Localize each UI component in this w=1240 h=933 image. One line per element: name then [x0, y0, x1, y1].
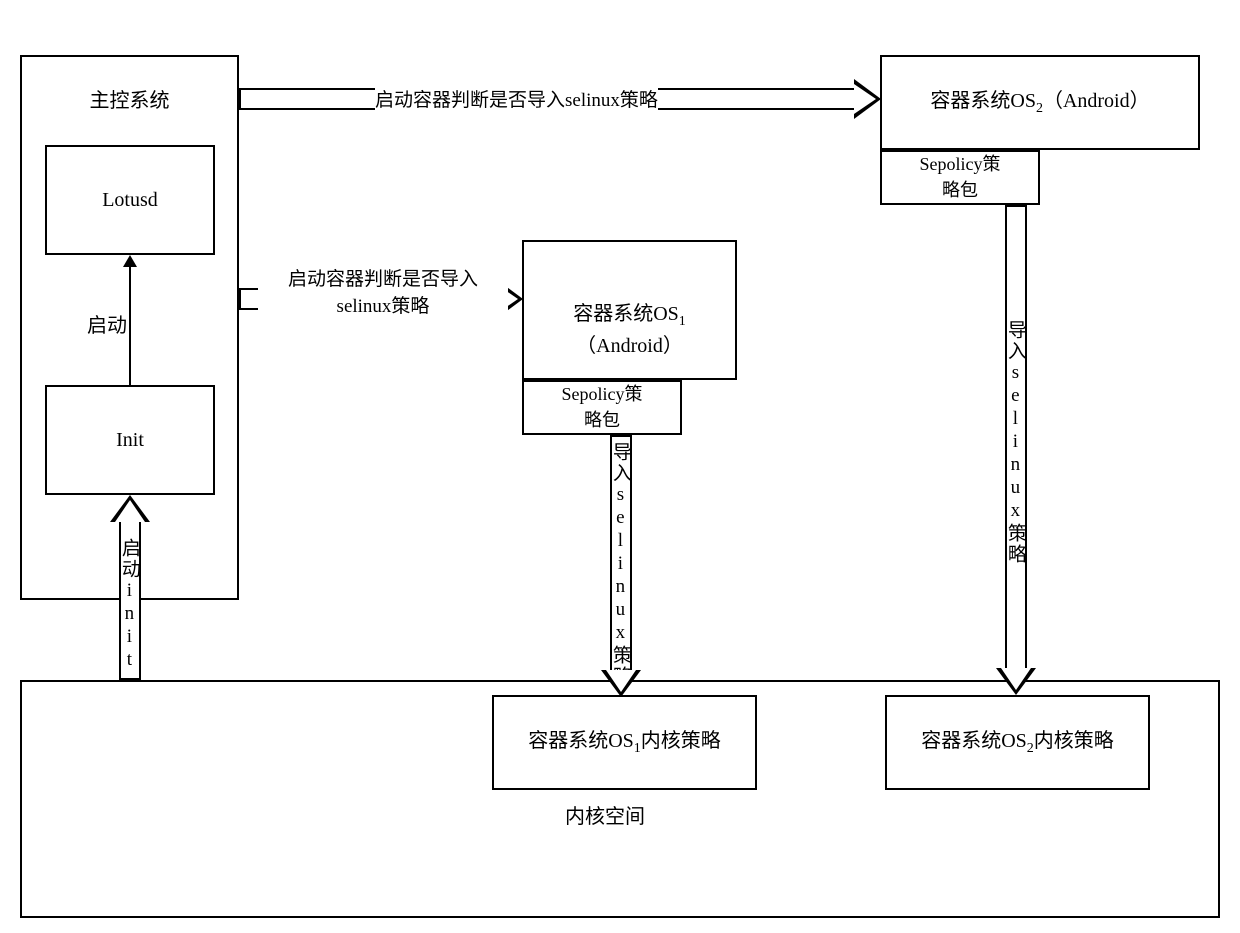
os2-sepolicy-box: Sepolicy策略包: [880, 150, 1040, 205]
os1-sepolicy-box: Sepolicy策略包: [522, 380, 682, 435]
lotusd-label: Lotusd: [102, 186, 158, 214]
arrow-os2-to-kernel-label: 导入selinux策略: [1004, 320, 1025, 565]
os2-container: 容器系统OS2（Android）: [880, 55, 1200, 150]
os2-kernel-policy-box: 容器系统OS2内核策略: [885, 695, 1150, 790]
arrow-master-to-os1-label: 启动容器判断是否导入selinux策略: [258, 267, 508, 320]
os2-title: 容器系统OS2（Android）: [930, 87, 1149, 119]
init-label: Init: [116, 426, 144, 454]
os2-sepolicy-label: Sepolicy策略包: [920, 152, 1001, 202]
os1-sepolicy-label: Sepolicy策略包: [562, 382, 643, 432]
os1-container: 容器系统OS1（Android）: [522, 240, 737, 380]
lotusd-box: Lotusd: [45, 145, 215, 255]
arrow-os1-to-kernel-label: 导入selinux策略: [609, 442, 630, 687]
start-label: 启动: [85, 312, 129, 340]
os1-kernel-policy-label: 容器系统OS1内核策略: [528, 727, 721, 759]
init-to-lotusd-arrowhead: [123, 255, 137, 267]
master-system-title: 主控系统: [90, 87, 170, 115]
kernel-space-title: 内核空间: [565, 803, 645, 831]
init-to-lotusd-arrow: [129, 267, 131, 385]
init-box: Init: [45, 385, 215, 495]
arrow-master-to-os2-label: 启动容器判断是否导入selinux策略: [375, 88, 658, 115]
arrow-kernel-to-init-label: 启动init: [118, 538, 139, 672]
os2-kernel-policy-label: 容器系统OS2内核策略: [921, 727, 1114, 759]
os1-title: 容器系统OS1（Android）: [573, 300, 686, 360]
os1-kernel-policy-box: 容器系统OS1内核策略: [492, 695, 757, 790]
